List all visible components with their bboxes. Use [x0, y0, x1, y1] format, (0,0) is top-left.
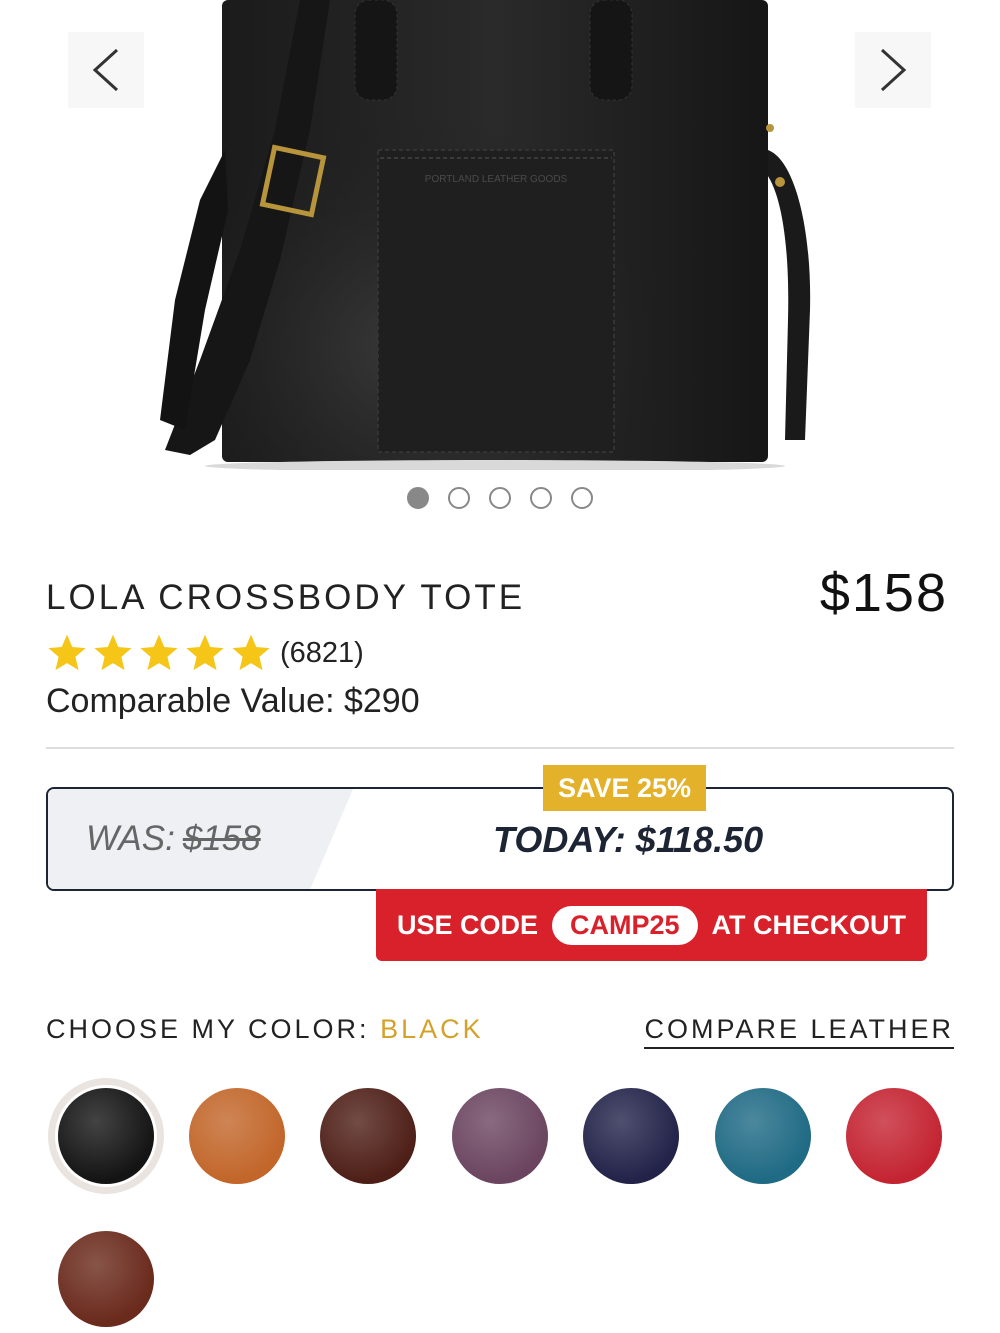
star-rating	[46, 632, 272, 674]
star-icon	[94, 634, 132, 671]
svg-text:PORTLAND LEATHER GOODS: PORTLAND LEATHER GOODS	[425, 174, 568, 185]
review-count[interactable]: (6821)	[280, 637, 364, 670]
product-image: PORTLAND LEATHER GOODS	[160, 0, 811, 470]
carousel-dot-4[interactable]	[530, 487, 552, 509]
comparable-value: Comparable Value: $290	[46, 682, 420, 720]
promo-code-banner: USE CODE CAMP25 AT CHECKOUT	[376, 889, 927, 961]
carousel-prev-button[interactable]	[68, 32, 144, 108]
color-swatch-mahogany[interactable]	[58, 1231, 154, 1327]
product-title: LOLA CROSSBODY TOTE	[46, 578, 526, 617]
color-swatch-black[interactable]	[58, 1088, 154, 1184]
color-chooser-label: CHOOSE MY COLOR: BLACK	[46, 1014, 484, 1045]
was-price: WAS: $158	[86, 819, 261, 859]
was-amount: $158	[182, 819, 261, 858]
carousel-dot-3[interactable]	[489, 487, 511, 509]
star-icon	[48, 634, 86, 671]
carousel-next-button[interactable]	[855, 32, 931, 108]
product-rating[interactable]: (6821)	[46, 632, 364, 674]
today-price: TODAY: $118.50	[493, 819, 764, 860]
star-icon	[140, 634, 178, 671]
star-icon	[232, 634, 270, 671]
color-swatch-honey[interactable]	[189, 1088, 285, 1184]
save-badge: SAVE 25%	[543, 765, 706, 811]
star-icon	[186, 634, 224, 671]
product-image-carousel[interactable]: PORTLAND LEATHER GOODS	[0, 0, 1000, 470]
promo-code-suffix: AT CHECKOUT	[711, 909, 907, 940]
was-label: WAS:	[86, 819, 175, 858]
color-swatch-cognac[interactable]	[320, 1088, 416, 1184]
carousel-dot-5[interactable]	[571, 487, 593, 509]
carousel-dot-2[interactable]	[448, 487, 470, 509]
product-price: $158	[819, 563, 948, 623]
section-divider	[46, 747, 954, 749]
chevron-left-icon	[92, 48, 119, 92]
color-swatch-teal[interactable]	[715, 1088, 811, 1184]
color-swatch-navy[interactable]	[583, 1088, 679, 1184]
compare-leather-link[interactable]: COMPARE LEATHER	[644, 1014, 954, 1049]
color-swatch-plum[interactable]	[452, 1088, 548, 1184]
price-comparison-box: WAS: $158 TODAY: $118.50	[46, 787, 954, 891]
selected-color-name: BLACK	[380, 1014, 484, 1044]
carousel-pagination	[0, 487, 1000, 509]
color-swatch-red[interactable]	[846, 1088, 942, 1184]
chevron-right-icon	[880, 48, 907, 92]
carousel-dot-1[interactable]	[407, 487, 429, 509]
promo-code[interactable]: CAMP25	[552, 905, 698, 945]
color-label-text: CHOOSE MY COLOR:	[46, 1014, 370, 1044]
promo-code-prefix: USE CODE	[396, 909, 538, 940]
